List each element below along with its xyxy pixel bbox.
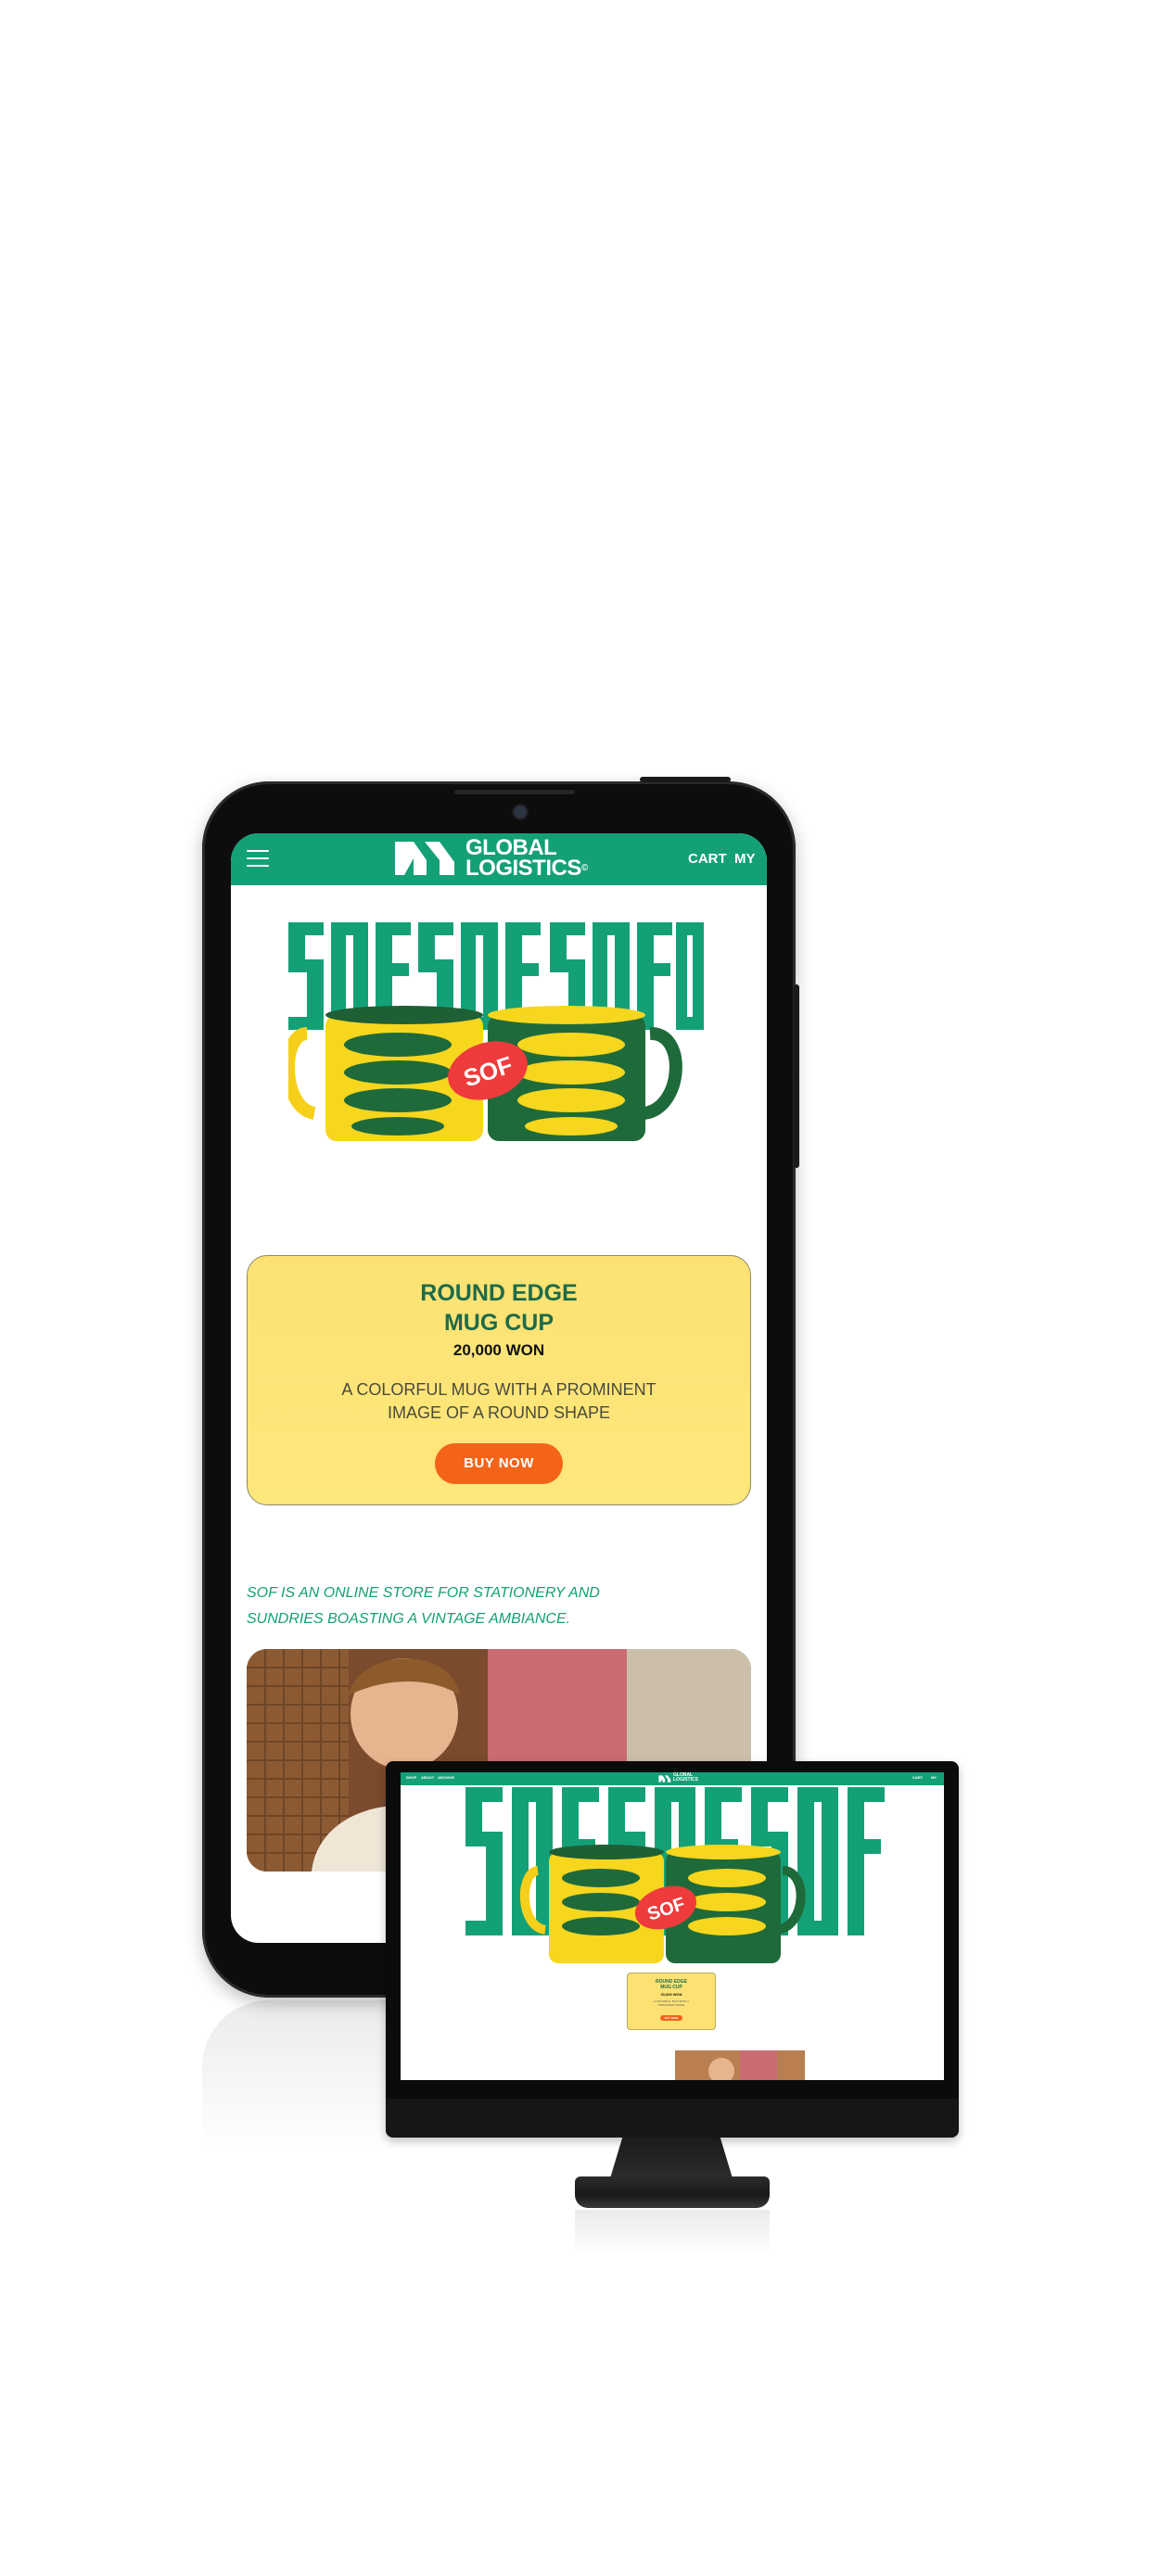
monitor-nav-shop[interactable]: SHOP	[406, 1775, 416, 1780]
monitor-logo-mark-icon	[658, 1775, 671, 1783]
hero-mug-image: SOF	[288, 922, 704, 1141]
monitor-bezel-chin	[386, 2099, 959, 2138]
product-card: ROUND EDGE MUG CUP 20,000 WON A COLORFUL…	[247, 1255, 751, 1505]
monitor-hero-image: SOF	[465, 1787, 885, 1963]
monitor-screen: SHOP ABOUT ARCHIVE GLOBAL LOGISTICS CART…	[401, 1772, 944, 2080]
monitor-product-card: ROUND EDGE MUG CUP 20,000 WON A COLORFUL…	[627, 1973, 716, 2030]
monitor-product-description: A COLORFUL MUG WITH A PROMINENT IMAGE	[654, 1999, 689, 2007]
product-title: ROUND EDGE MUG CUP	[420, 1280, 578, 1336]
monitor-buy-now-button[interactable]: BUY NOW	[660, 2015, 682, 2021]
monitor-vintage-photo	[675, 2050, 805, 2080]
logo-mark-icon	[395, 842, 454, 875]
phone-speaker	[454, 790, 575, 794]
monitor-stand-base	[575, 2176, 770, 2208]
monitor-top-navigation: SHOP ABOUT ARCHIVE GLOBAL LOGISTICS CART…	[401, 1772, 944, 1785]
logo-wordmark: GLOBAL LOGISTICS©	[465, 837, 588, 881]
phone-camera	[514, 806, 527, 818]
brand-logo[interactable]: GLOBAL LOGISTICS©	[393, 837, 588, 881]
logo-line-2: LOGISTICS	[465, 856, 581, 881]
monitor-stand-neck	[610, 2138, 733, 2178]
cart-link[interactable]: CART	[688, 851, 727, 867]
top-navigation-bar: GLOBAL LOGISTICS© CART MY	[231, 833, 767, 885]
monitor-nav-about[interactable]: ABOUT	[421, 1775, 434, 1780]
monitor-logo-wordmark[interactable]: GLOBAL LOGISTICS	[673, 1773, 698, 1783]
monitor-stand-reflection	[575, 2210, 770, 2256]
phone-top-button	[640, 777, 731, 782]
product-description: A COLORFUL MUG WITH A PROMINENT IMAGE OF…	[341, 1380, 656, 1422]
monitor-cart-link[interactable]: CART	[912, 1775, 923, 1780]
monitor-product-price: 20,000 WON	[660, 1992, 682, 1997]
monitor-product-title: ROUND EDGE MUG CUP	[656, 1979, 687, 1990]
phone-power-button	[794, 1077, 799, 1168]
product-price: 20,000 WON	[453, 1341, 545, 1359]
monitor-my-link[interactable]: MY	[931, 1775, 937, 1780]
registered-mark: ©	[580, 863, 588, 873]
monitor-nav-archive[interactable]: ARCHIVE	[438, 1775, 454, 1780]
buy-now-button[interactable]: BUY NOW	[435, 1443, 563, 1484]
my-account-link[interactable]: MY	[734, 851, 756, 867]
store-tagline: SOF IS AN ONLINE STORE FOR STATIONERY AN…	[247, 1585, 600, 1627]
monitor-logo-line-2: LOGISTICS	[673, 1777, 698, 1783]
hamburger-icon[interactable]	[247, 850, 269, 869]
phone-volume-button	[794, 984, 799, 1081]
